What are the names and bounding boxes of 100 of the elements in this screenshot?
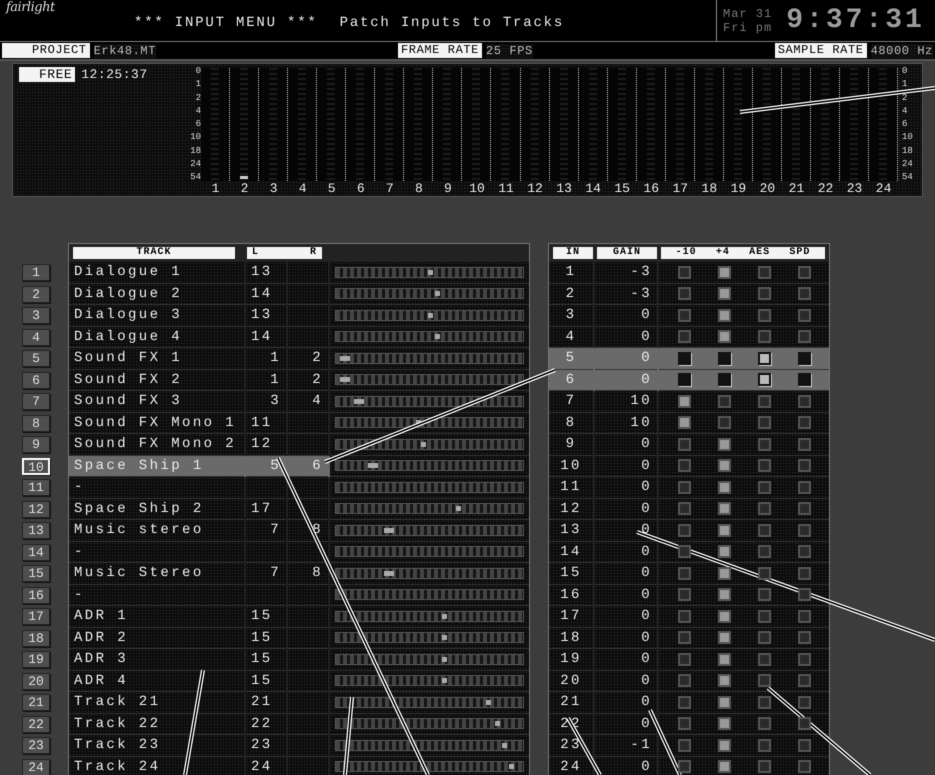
pan-slider[interactable] xyxy=(335,438,524,450)
level-checkbox[interactable] xyxy=(758,652,770,666)
input-number[interactable]: 3 xyxy=(549,305,593,326)
track-name[interactable]: Track 23 xyxy=(69,735,244,756)
input-number[interactable]: 7 xyxy=(549,391,593,412)
pan-slider[interactable] xyxy=(335,761,524,772)
pan-slider[interactable] xyxy=(335,654,524,665)
level-checkbox[interactable] xyxy=(718,394,730,408)
level-checkbox[interactable] xyxy=(718,738,730,752)
pan-thumb[interactable] xyxy=(340,356,350,361)
level-checkbox[interactable] xyxy=(678,373,690,386)
pan-thumb[interactable] xyxy=(442,678,448,684)
track-name[interactable]: Sound FX Mono 1 xyxy=(69,412,244,434)
level-checkbox[interactable] xyxy=(758,394,770,408)
level-checkbox[interactable] xyxy=(798,610,810,623)
input-number[interactable]: 6 xyxy=(549,370,593,391)
input-number[interactable]: 2 xyxy=(549,284,593,305)
level-checkbox[interactable] xyxy=(758,610,770,623)
gain-value[interactable]: -3 xyxy=(595,262,657,284)
pan-thumb[interactable] xyxy=(456,506,462,512)
input-number[interactable]: 1 xyxy=(549,262,593,284)
track-number-button[interactable]: 12 xyxy=(22,500,50,518)
level-checkbox[interactable] xyxy=(678,480,690,494)
pan-slider[interactable] xyxy=(335,589,524,600)
track-number-button[interactable]: 20 xyxy=(22,672,50,690)
input-number[interactable]: 8 xyxy=(549,412,593,434)
gain-value[interactable]: 0 xyxy=(595,477,657,498)
pan-thumb[interactable] xyxy=(486,700,492,705)
level-checkbox[interactable] xyxy=(718,545,730,558)
track-number-button[interactable]: 14 xyxy=(22,544,50,560)
track-name[interactable]: Dialogue 4 xyxy=(69,326,244,348)
level-checkbox[interactable] xyxy=(798,652,810,666)
gain-value[interactable]: 0 xyxy=(595,520,657,542)
gain-value[interactable]: 10 xyxy=(595,391,657,412)
level-checkbox[interactable] xyxy=(678,438,690,451)
level-checkbox[interactable] xyxy=(678,631,690,644)
pan-slider[interactable] xyxy=(335,503,524,514)
level-checkbox[interactable] xyxy=(678,266,690,279)
input-number[interactable]: 17 xyxy=(549,606,593,628)
pan-thumb[interactable] xyxy=(340,377,350,382)
pan-slider[interactable] xyxy=(335,632,524,644)
gain-value[interactable]: 0 xyxy=(595,456,657,477)
level-checkbox[interactable] xyxy=(718,266,730,279)
track-number-button[interactable]: 18 xyxy=(22,630,50,646)
level-checkbox[interactable] xyxy=(678,674,690,688)
level-checkbox[interactable] xyxy=(758,266,770,279)
track-number-button[interactable]: 2 xyxy=(22,286,50,302)
input-number[interactable]: 20 xyxy=(549,670,593,692)
level-checkbox[interactable] xyxy=(758,631,770,644)
level-checkbox[interactable] xyxy=(718,696,730,709)
input-number[interactable]: 16 xyxy=(549,584,593,606)
level-checkbox[interactable] xyxy=(758,717,770,730)
gain-value[interactable]: 10 xyxy=(595,412,657,434)
level-checkbox[interactable] xyxy=(798,416,810,430)
pan-slider[interactable] xyxy=(335,417,524,428)
level-checkbox[interactable] xyxy=(718,674,730,688)
track-name[interactable]: Sound FX 3 xyxy=(69,391,244,412)
level-checkbox[interactable] xyxy=(678,459,690,472)
level-checkbox[interactable] xyxy=(798,696,810,709)
gain-value[interactable]: 0 xyxy=(595,670,657,692)
level-checkbox[interactable] xyxy=(718,566,730,580)
track-number-button[interactable]: 22 xyxy=(22,716,50,732)
pan-thumb[interactable] xyxy=(428,270,434,275)
pan-thumb[interactable] xyxy=(442,614,448,619)
level-checkbox[interactable] xyxy=(718,502,730,516)
track-number-button[interactable]: 16 xyxy=(22,586,50,604)
gain-value[interactable]: 0 xyxy=(595,434,657,456)
pan-slider[interactable] xyxy=(335,568,524,579)
track-number-button[interactable]: 13 xyxy=(22,522,50,539)
track-number-button[interactable]: 10 xyxy=(22,458,50,474)
level-checkbox[interactable] xyxy=(758,438,770,451)
level-checkbox[interactable] xyxy=(798,717,810,730)
level-checkbox[interactable] xyxy=(718,480,730,494)
level-checkbox[interactable] xyxy=(678,502,690,516)
input-number[interactable]: 11 xyxy=(549,477,593,498)
gain-value[interactable]: 0 xyxy=(595,692,657,714)
level-checkbox[interactable] xyxy=(798,502,810,516)
level-checkbox[interactable] xyxy=(758,459,770,472)
level-checkbox[interactable] xyxy=(758,287,770,300)
pan-thumb[interactable] xyxy=(420,442,426,447)
level-checkbox[interactable] xyxy=(718,438,730,451)
gain-value[interactable]: 0 xyxy=(595,649,657,670)
pan-slider[interactable] xyxy=(335,331,524,342)
gain-value[interactable]: 0 xyxy=(595,584,657,606)
level-checkbox[interactable] xyxy=(798,524,810,537)
input-number[interactable]: 21 xyxy=(549,692,593,714)
input-number[interactable]: 18 xyxy=(549,628,593,649)
level-checkbox[interactable] xyxy=(718,524,730,537)
pan-slider[interactable] xyxy=(335,482,524,493)
gain-value[interactable]: 0 xyxy=(595,370,657,391)
level-checkbox[interactable] xyxy=(798,352,810,365)
level-checkbox[interactable] xyxy=(758,760,770,774)
level-checkbox[interactable] xyxy=(758,480,770,494)
pan-slider[interactable] xyxy=(335,266,524,278)
track-name[interactable]: Music stereo xyxy=(69,520,244,542)
gain-value[interactable]: 0 xyxy=(595,305,657,326)
track-name[interactable]: Sound FX Mono 2 xyxy=(69,434,244,456)
level-checkbox[interactable] xyxy=(758,416,770,430)
pan-thumb[interactable] xyxy=(416,420,421,426)
input-number[interactable]: 15 xyxy=(549,563,593,584)
